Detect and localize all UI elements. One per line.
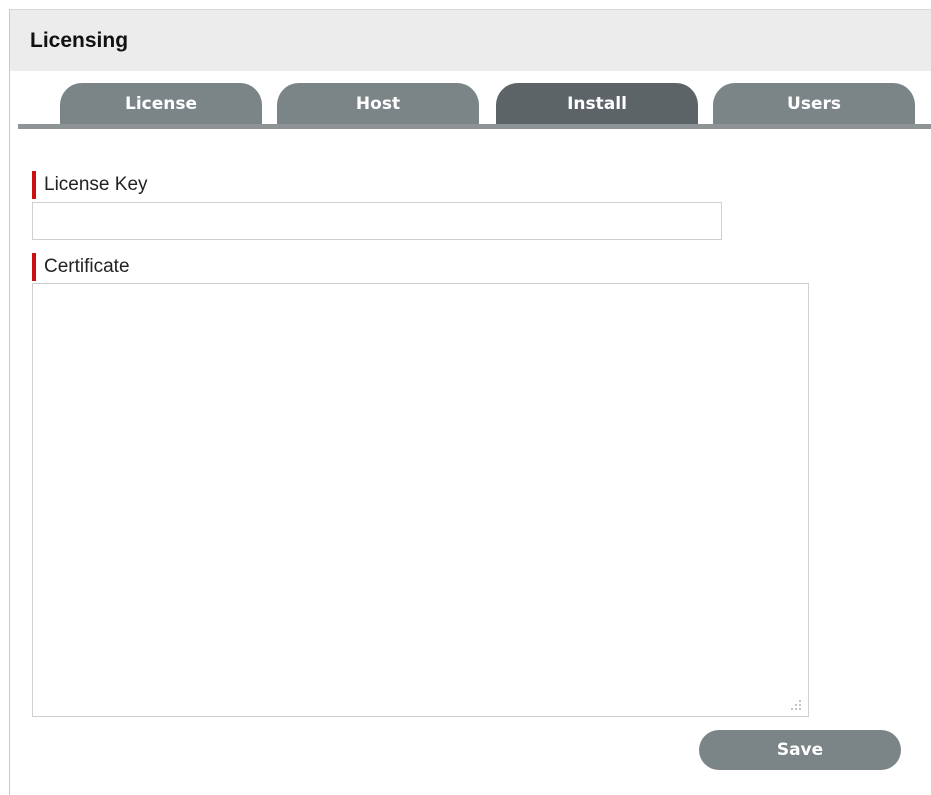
resize-grip-icon[interactable] [790,699,802,711]
tab-license[interactable]: License [60,83,262,125]
save-button[interactable]: Save [699,730,901,770]
tab-bar: License Host Install Users [10,71,931,131]
tab-underline [18,124,931,129]
license-key-input[interactable] [32,202,722,240]
certificate-label: Certificate [32,253,130,281]
license-key-label: License Key [32,171,148,199]
certificate-textarea[interactable] [32,283,809,717]
tab-users[interactable]: Users [713,83,915,125]
licensing-panel: Licensing License Host Install Users Lic… [9,9,931,795]
tab-host[interactable]: Host [277,83,479,125]
page-title: Licensing [30,29,129,52]
tab-install[interactable]: Install [496,83,698,125]
panel-header: Licensing [10,10,931,71]
